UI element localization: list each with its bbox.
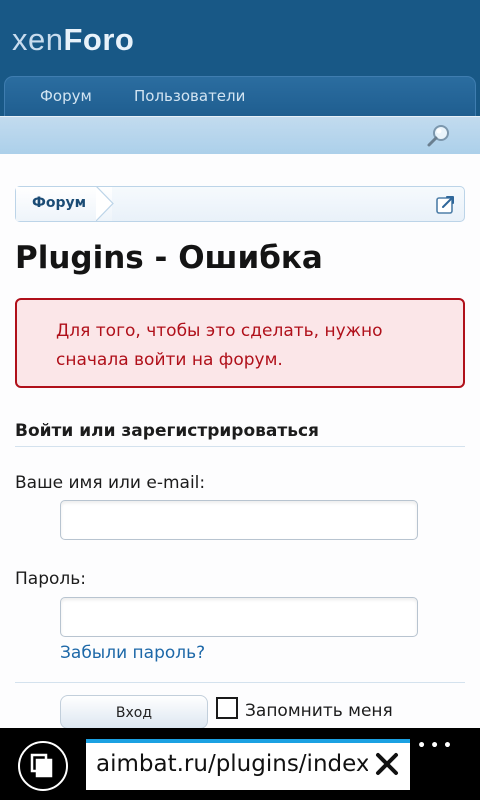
- error-message-box: Для того, чтобы это сделать, нужно снача…: [15, 298, 465, 388]
- site-header: xenForo: [0, 0, 480, 80]
- site-logo[interactable]: xenForo: [12, 22, 134, 58]
- remember-me-checkbox[interactable]: [216, 697, 238, 719]
- logo-prefix: xen: [12, 22, 64, 57]
- breadcrumb: Форум: [15, 186, 465, 222]
- more-menu-icon[interactable]: •••: [417, 738, 456, 754]
- browser-tabs-button[interactable]: [18, 741, 68, 791]
- main-navigation: Форум Пользователи: [0, 76, 480, 116]
- sub-navigation-bar: [0, 116, 480, 154]
- close-icon[interactable]: [374, 751, 400, 777]
- jump-to-icon[interactable]: [436, 194, 456, 214]
- browser-bottom-bar: aimbat.ru/plugins/index. •••: [0, 728, 480, 800]
- search-icon[interactable]: [426, 123, 452, 149]
- login-section-title: Войти или зарегистрироваться: [15, 421, 319, 441]
- tab-forum[interactable]: Форум: [40, 87, 92, 105]
- section-divider: [15, 446, 465, 447]
- page-title: Plugins - Ошибка: [15, 240, 323, 276]
- form-divider: [15, 682, 465, 683]
- password-input[interactable]: [60, 597, 418, 637]
- username-label: Ваше имя или e-mail:: [15, 473, 206, 493]
- tabs-icon: [30, 753, 53, 778]
- error-message-text: Для того, чтобы это сделать, нужно снача…: [56, 321, 383, 370]
- password-label: Пароль:: [15, 569, 87, 589]
- breadcrumb-item-label: Форум: [32, 195, 87, 211]
- breadcrumb-arrow-icon: [96, 186, 114, 222]
- login-button[interactable]: Вход: [60, 695, 208, 729]
- forgot-password-link[interactable]: Забыли пароль?: [60, 643, 205, 663]
- address-bar[interactable]: aimbat.ru/plugins/index.: [86, 739, 410, 790]
- address-url[interactable]: aimbat.ru/plugins/index.: [96, 751, 368, 777]
- tab-members[interactable]: Пользователи: [134, 87, 245, 105]
- username-input[interactable]: [60, 500, 418, 540]
- remember-me-label[interactable]: Запомнить меня: [245, 701, 393, 721]
- logo-suffix: Foro: [63, 22, 135, 57]
